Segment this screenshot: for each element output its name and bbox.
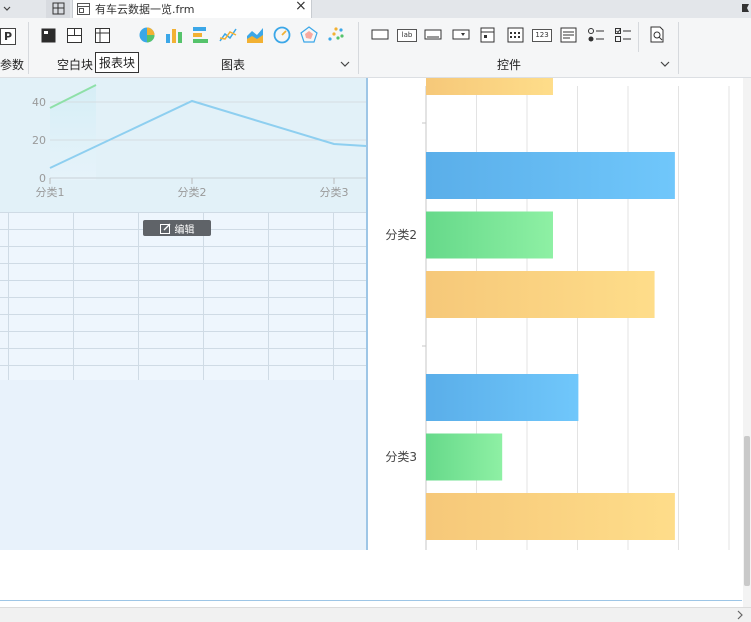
sheet-icon — [52, 2, 65, 15]
edit-label: 编辑 — [174, 224, 195, 236]
date-picker-widget-icon[interactable] — [480, 26, 496, 44]
divider — [638, 22, 639, 52]
blank-block-icon[interactable] — [67, 28, 82, 43]
label-widget-icon[interactable]: lab — [397, 29, 417, 42]
bar — [426, 271, 655, 318]
radar-chart-icon[interactable] — [300, 26, 318, 44]
tab-file[interactable]: 有车云数据一览.frm × — [72, 0, 312, 18]
widgets-expand-icon[interactable] — [660, 59, 670, 69]
tab-file-label: 有车云数据一览.frm — [95, 3, 195, 16]
dropdown-widget-icon[interactable] — [452, 28, 470, 42]
blank-block-label[interactable]: 空白块 — [57, 56, 93, 73]
panel-border — [366, 78, 368, 550]
bar-chart-widget[interactable]: 分类2 分类3 — [370, 78, 742, 550]
charts-group-label: 图表 — [221, 58, 246, 72]
button-widget-icon[interactable] — [371, 28, 389, 42]
bar — [426, 152, 675, 199]
widgets-group-label: 控件 — [497, 58, 522, 72]
tab-close-icon[interactable]: × — [295, 0, 307, 14]
bar-chart-icon[interactable] — [192, 26, 210, 44]
pin-icon[interactable] — [740, 2, 751, 14]
absolute-layout-icon[interactable] — [41, 28, 56, 43]
y-tick-label: 0 — [39, 172, 46, 185]
column-chart-icon[interactable] — [165, 26, 183, 44]
x-tick-label: 分类3 — [320, 185, 349, 199]
number-widget-icon[interactable]: 123 — [532, 29, 552, 42]
line-chart-icon[interactable] — [219, 26, 237, 44]
canvas-bottom-area — [0, 550, 742, 601]
scroll-right-icon[interactable] — [735, 610, 745, 620]
vertical-scrollbar[interactable] — [743, 78, 751, 607]
edit-button[interactable]: 编辑 — [143, 220, 211, 236]
gauge-chart-icon[interactable] — [273, 26, 291, 44]
scatter-chart-icon[interactable] — [327, 26, 345, 44]
bar-partial — [426, 78, 553, 95]
category-label: 分类2 — [385, 228, 417, 242]
y-tick-label: 40 — [32, 96, 46, 109]
left-canvas-panel[interactable]: 40 20 0 分类1 分类2 分类3 — [0, 78, 368, 550]
report-block-icon[interactable] — [95, 28, 110, 43]
pie-chart-icon[interactable] — [138, 26, 156, 44]
calendar-widget-icon[interactable] — [507, 26, 524, 44]
radio-group-widget-icon[interactable] — [587, 26, 605, 44]
edit-icon — [159, 223, 170, 234]
report-grid[interactable] — [0, 212, 368, 382]
y-tick-label: 20 — [32, 134, 46, 147]
report-block-tooltip: 报表块 — [95, 52, 140, 73]
bar — [426, 211, 553, 259]
x-tick-label: 分类1 — [36, 185, 65, 199]
category-label: 分类3 — [385, 450, 417, 464]
scrollbar-thumb[interactable] — [744, 436, 750, 586]
param-label: 参数 — [0, 58, 25, 72]
search-widget-icon[interactable] — [650, 26, 666, 44]
tab-bar: 有车云数据一览.frm × — [0, 0, 751, 19]
chevron-down-icon[interactable] — [2, 4, 12, 14]
bar — [426, 374, 579, 421]
checkbox-group-widget-icon[interactable] — [614, 26, 632, 44]
form-file-icon — [77, 3, 90, 15]
sheet-icon-tab[interactable] — [46, 0, 70, 18]
right-canvas-panel[interactable]: 分类2 分类3 — [370, 78, 742, 550]
divider — [28, 22, 29, 74]
horizontal-scrollbar[interactable] — [0, 607, 751, 622]
charts-expand-icon[interactable] — [340, 59, 350, 69]
bar — [426, 433, 503, 481]
divider — [678, 22, 679, 74]
bar — [426, 493, 675, 540]
line-chart-widget[interactable]: 40 20 0 分类1 分类2 分类3 — [0, 78, 368, 212]
divider — [358, 22, 359, 74]
textarea-widget-icon[interactable] — [560, 26, 577, 44]
text-field-widget-icon[interactable] — [424, 28, 442, 42]
area-chart-icon[interactable] — [246, 26, 264, 44]
x-tick-label: 分类2 — [178, 185, 207, 199]
parameter-icon[interactable]: P — [0, 28, 16, 45]
toolbar: P 参数 空白块 报表块 图表 lab 123 控件 — [0, 18, 751, 78]
